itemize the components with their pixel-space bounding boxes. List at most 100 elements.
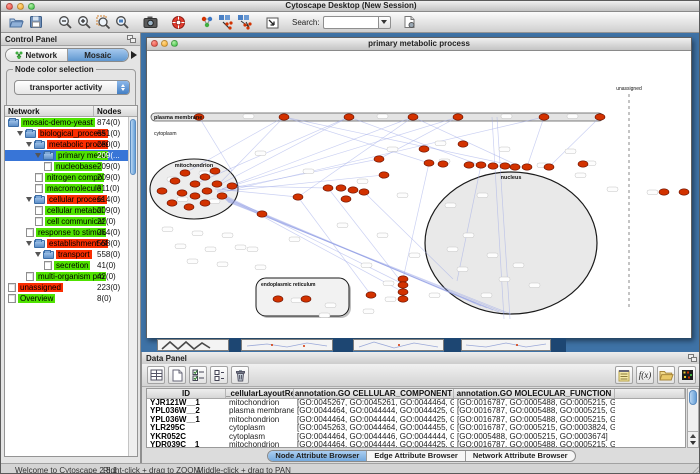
graph-node[interactable] (366, 292, 376, 298)
float-panel-icon[interactable] (688, 354, 697, 362)
graph-node[interactable] (348, 187, 358, 193)
graph-node[interactable] (398, 296, 408, 302)
tree-row[interactable]: metabolic process280(0) (5, 139, 128, 150)
graph-node[interactable] (453, 114, 463, 120)
zoom-out-button[interactable] (56, 13, 75, 32)
close-button[interactable] (6, 3, 13, 10)
graph-node[interactable] (257, 211, 267, 217)
graph-node[interactable] (341, 196, 351, 202)
minimize-button[interactable] (17, 3, 24, 10)
tree-row[interactable]: response to stimulu264(0) (5, 227, 128, 238)
graph-node[interactable] (157, 188, 167, 194)
graph-node[interactable] (659, 189, 669, 195)
more-tabs-arrow-icon[interactable] (131, 51, 137, 59)
unselect-attributes-button[interactable] (210, 366, 228, 384)
resize-grip[interactable] (690, 465, 700, 474)
snapshot-button[interactable] (141, 13, 160, 32)
graph-node[interactable] (476, 162, 486, 168)
zoom-in-button[interactable] (75, 13, 94, 32)
tab-mosaic[interactable]: Mosaic (68, 49, 129, 61)
graph-node[interactable] (595, 114, 605, 120)
graph-node[interactable] (359, 189, 369, 195)
tree-scrollbar-thumb[interactable] (130, 119, 136, 175)
tree-row[interactable]: mosaic-demo-yeast874(0) (5, 117, 128, 128)
tree-row[interactable]: cellular process614(0) (5, 194, 128, 205)
column-header[interactable]: annotation.GO CELLULAR_COMPONENT (294, 389, 454, 398)
search-dropdown-button[interactable] (378, 16, 391, 29)
graph-node[interactable] (398, 276, 408, 282)
new-network-all-edges-button[interactable] (235, 13, 254, 32)
graph-node[interactable] (424, 160, 434, 166)
expand-arrow-icon[interactable] (17, 131, 23, 136)
table-scrollbar-arrows[interactable] (688, 431, 698, 447)
new-attribute-button[interactable] (168, 366, 186, 384)
import-attributes-button[interactable] (657, 366, 675, 384)
tab-network-attribute-browser[interactable]: Network Attribute Browser (466, 451, 575, 461)
table-scrollbar-thumb[interactable] (689, 390, 697, 405)
column-header[interactable]: annotation.GO MOLECULAR_FUNCTION (454, 389, 615, 398)
attribute-matrix-button[interactable] (678, 366, 696, 384)
graph-node[interactable] (323, 185, 333, 191)
expand-arrow-icon[interactable] (26, 197, 32, 202)
tree-scrollbar[interactable] (128, 117, 137, 456)
graph-node[interactable] (438, 161, 448, 167)
import-network-button[interactable] (263, 13, 282, 32)
search-input[interactable] (323, 16, 378, 29)
graph-node[interactable] (419, 146, 429, 152)
network-minimize-button[interactable] (161, 40, 168, 47)
graph-node[interactable] (227, 183, 237, 189)
expand-arrow-icon[interactable] (35, 252, 41, 257)
tree-row[interactable]: Overview8(0) (5, 293, 128, 304)
tree-row[interactable]: macromolecule311(0) (5, 183, 128, 194)
graph-node[interactable] (374, 156, 384, 162)
network-view-titlebar[interactable]: primary metabolic process (147, 38, 691, 51)
graph-node[interactable] (212, 181, 222, 187)
open-session-button[interactable] (7, 13, 26, 32)
tree-row[interactable]: secretion41(0) (5, 260, 128, 271)
graph-node[interactable] (344, 114, 354, 120)
table-row[interactable]: YJR121W__1mitochondrion[GO:0045267, GO:0… (147, 399, 685, 407)
minimized-window-thumbnail[interactable] (157, 339, 229, 351)
zoom-button[interactable] (28, 3, 35, 10)
table-row[interactable]: YPL036W__2plasma membrane[GO:0044464, GO… (147, 407, 685, 415)
graph-node[interactable] (273, 296, 283, 302)
expand-arrow-icon[interactable] (26, 241, 32, 246)
minimized-window-thumbnail[interactable] (353, 339, 444, 351)
graph-node[interactable] (293, 194, 303, 200)
new-network-from-selection-button[interactable] (216, 13, 235, 32)
graph-node[interactable] (202, 188, 212, 194)
expand-arrow-icon[interactable] (35, 153, 41, 158)
graph-node[interactable] (522, 164, 532, 170)
graph-node[interactable] (180, 170, 190, 176)
attribute-function-button[interactable]: f(x) (636, 366, 654, 384)
graph-node[interactable] (336, 185, 346, 191)
attribute-table-button[interactable] (147, 366, 165, 384)
table-row[interactable]: YPL036W__1mitochondrion[GO:0044464, GO:0… (147, 416, 685, 424)
tree-row[interactable]: cellular metabol209(0) (5, 205, 128, 216)
minimized-window-thumbnail[interactable] (241, 339, 333, 351)
tree-row[interactable]: unassigned223(0) (5, 282, 128, 293)
graph-node[interactable] (398, 289, 408, 295)
network-zoom-button[interactable] (171, 40, 178, 47)
column-header[interactable]: ID (147, 389, 226, 398)
graph-node[interactable] (408, 114, 418, 120)
zoom-fit-button[interactable] (113, 13, 132, 32)
table-row[interactable]: YDR039C__1mitochondrion[GO:0044464, GO:0… (147, 441, 685, 448)
table-row[interactable]: YKR052Ccytoplasm[GO:0044464, GO:0044446,… (147, 433, 685, 441)
graph-node[interactable] (398, 282, 408, 288)
graph-node[interactable] (510, 164, 520, 170)
table-row[interactable]: YLR295Ccytoplasm[GO:0045263, GO:0044464,… (147, 424, 685, 432)
float-panel-icon[interactable] (127, 35, 136, 43)
graph-node[interactable] (200, 200, 210, 206)
tree-row[interactable]: nucleobase-209(0) (5, 161, 128, 172)
zoom-selected-button[interactable] (94, 13, 113, 32)
network-close-button[interactable] (151, 40, 158, 47)
tree-row[interactable]: primary metabo209(... (5, 150, 128, 161)
vizmapper-button[interactable] (197, 13, 216, 32)
graph-node[interactable] (190, 181, 200, 187)
graph-node[interactable] (177, 190, 187, 196)
graph-node[interactable] (379, 172, 389, 178)
graph-node[interactable] (500, 163, 510, 169)
attribute-notes-button[interactable] (615, 366, 633, 384)
graph-node[interactable] (190, 193, 200, 199)
